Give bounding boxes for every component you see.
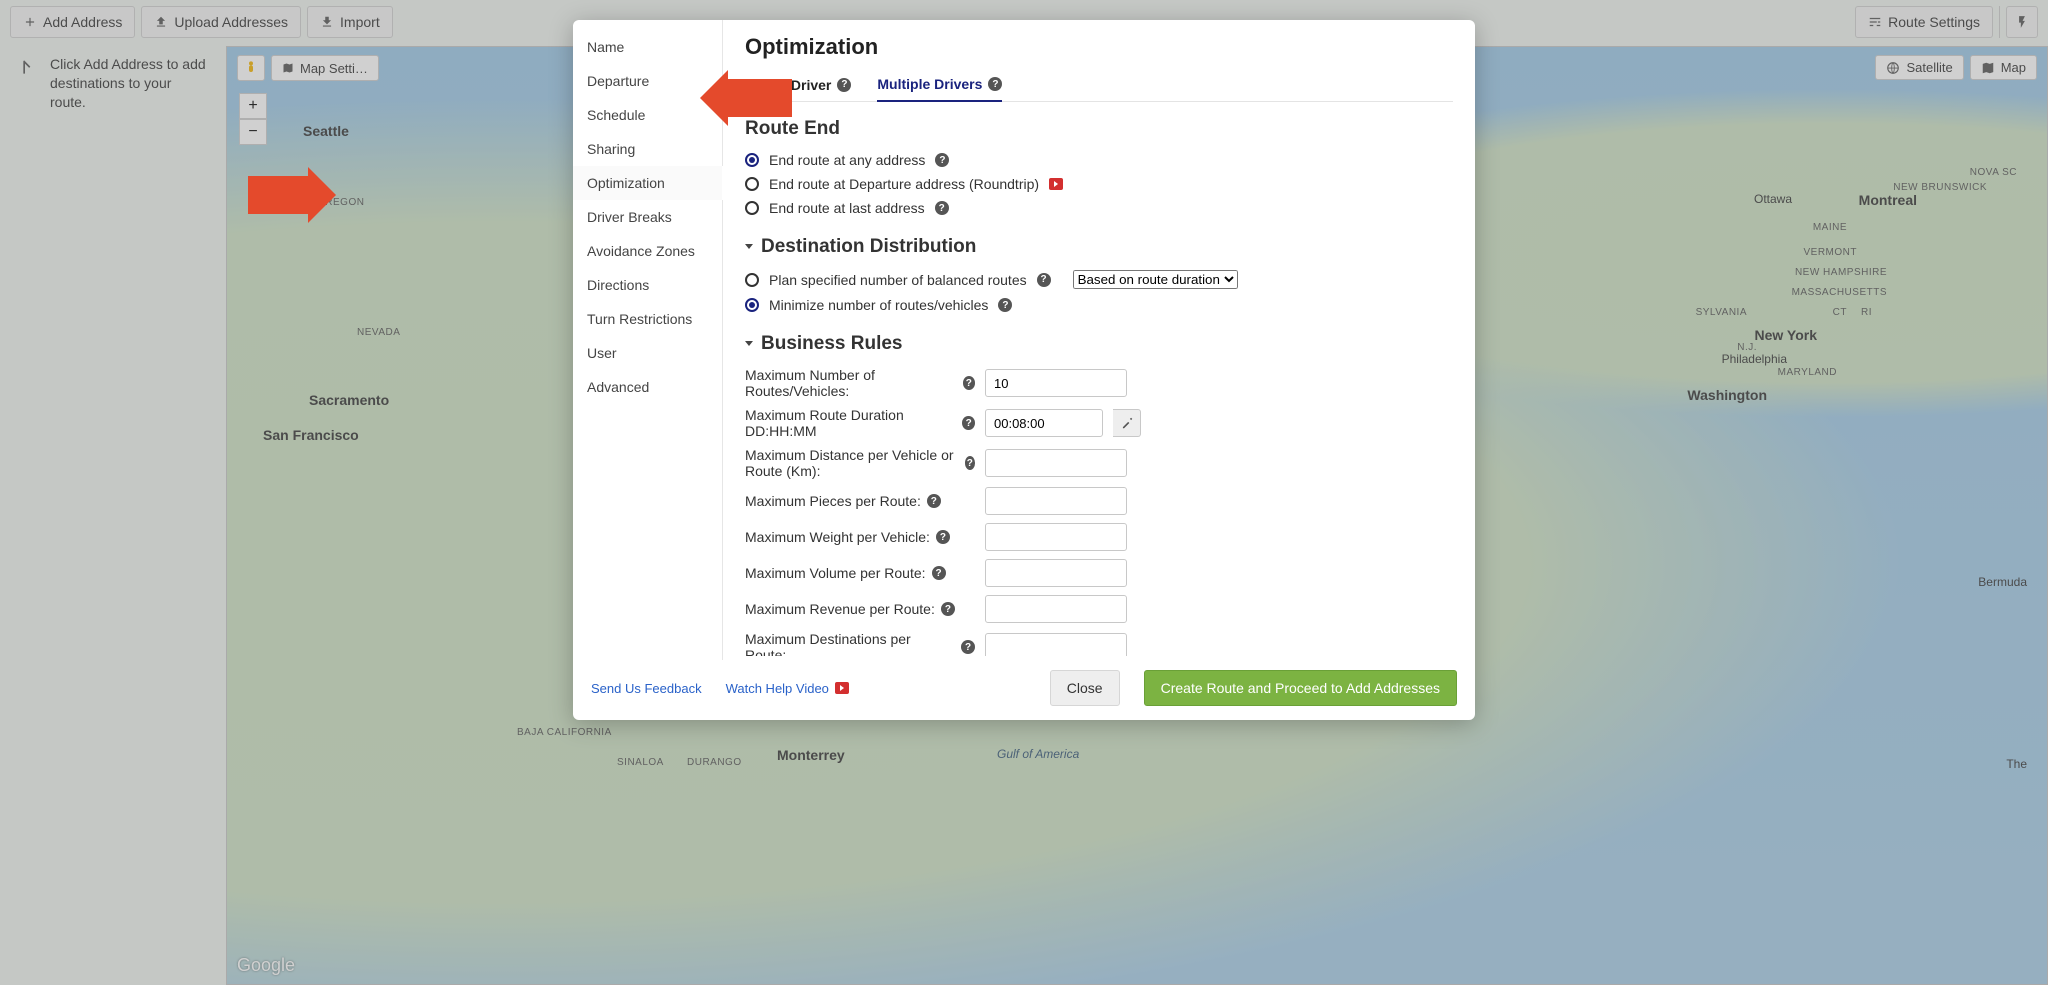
field-label: Maximum Weight per Vehicle: <box>745 529 930 545</box>
radio-label: End route at last address <box>769 200 925 216</box>
magic-icon <box>1120 416 1134 430</box>
help-icon[interactable]: ? <box>837 78 851 92</box>
row-max-weight: Maximum Weight per Vehicle:? <box>745 519 1441 555</box>
watch-video-link[interactable]: Watch Help Video <box>726 681 849 696</box>
help-icon[interactable]: ? <box>936 530 950 544</box>
duration-wizard-button[interactable] <box>1113 409 1141 437</box>
max-pieces-input[interactable] <box>985 487 1127 515</box>
radio-label: Plan specified number of balanced routes <box>769 272 1027 288</box>
radio-label: End route at Departure address (Roundtri… <box>769 176 1039 192</box>
pane-title: Optimization <box>745 34 1453 60</box>
max-duration-input[interactable] <box>985 409 1103 437</box>
sidebar-item-turn-restrictions[interactable]: Turn Restrictions <box>573 302 722 336</box>
help-icon[interactable]: ? <box>962 416 975 430</box>
help-icon[interactable]: ? <box>988 77 1002 91</box>
radio-icon <box>745 177 759 191</box>
help-icon[interactable]: ? <box>927 494 941 508</box>
section-dest-dist[interactable]: Destination Distribution <box>745 236 1441 258</box>
help-icon[interactable]: ? <box>961 640 975 654</box>
create-route-button[interactable]: Create Route and Proceed to Add Addresse… <box>1144 670 1457 706</box>
radio-end-departure[interactable]: End route at Departure address (Roundtri… <box>745 172 1441 196</box>
section-route-end: Route End <box>745 118 1441 140</box>
help-icon[interactable]: ? <box>998 298 1012 312</box>
max-revenue-input[interactable] <box>985 595 1127 623</box>
row-max-volume: Maximum Volume per Route:? <box>745 555 1441 591</box>
radio-end-last[interactable]: End route at last address ? <box>745 196 1441 220</box>
max-distance-input[interactable] <box>985 449 1127 477</box>
tab-multiple-label: Multiple Drivers <box>877 76 982 92</box>
sidebar-item-avoidance-zones[interactable]: Avoidance Zones <box>573 234 722 268</box>
help-icon[interactable]: ? <box>932 566 946 580</box>
row-max-distance: Maximum Distance per Vehicle or Route (K… <box>745 443 1441 483</box>
radio-label: Minimize number of routes/vehicles <box>769 297 988 313</box>
video-icon[interactable] <box>1049 178 1063 190</box>
sidebar-item-directions[interactable]: Directions <box>573 268 722 302</box>
radio-icon <box>745 298 759 312</box>
field-label: Maximum Distance per Vehicle or Route (K… <box>745 447 959 479</box>
feedback-label: Send Us Feedback <box>591 681 702 696</box>
help-icon[interactable]: ? <box>963 376 975 390</box>
sidebar-item-departure[interactable]: Departure <box>573 64 722 98</box>
radio-icon <box>745 153 759 167</box>
tab-single-label: Single Driver <box>745 77 831 93</box>
field-label: Maximum Destinations per Route: <box>745 631 955 656</box>
watch-label: Watch Help Video <box>726 681 829 696</box>
field-label: Maximum Number of Routes/Vehicles: <box>745 367 957 399</box>
row-max-pieces: Maximum Pieces per Route:? <box>745 483 1441 519</box>
field-label: Maximum Volume per Route: <box>745 565 926 581</box>
row-max-destinations: Maximum Destinations per Route:? <box>745 627 1441 656</box>
sidebar-item-driver-breaks[interactable]: Driver Breaks <box>573 200 722 234</box>
radio-minimize[interactable]: Minimize number of routes/vehicles ? <box>745 293 1441 317</box>
field-label: Maximum Revenue per Route: <box>745 601 935 617</box>
radio-label: End route at any address <box>769 152 925 168</box>
radio-icon <box>745 273 759 287</box>
sidebar-item-advanced[interactable]: Advanced <box>573 370 722 404</box>
sidebar-item-name[interactable]: Name <box>573 30 722 64</box>
field-label: Maximum Route Duration DD:HH:MM <box>745 407 956 439</box>
close-button[interactable]: Close <box>1050 670 1120 706</box>
radio-end-any[interactable]: End route at any address ? <box>745 148 1441 172</box>
balanced-basis-select[interactable]: Based on route duration <box>1073 270 1238 289</box>
max-routes-input[interactable] <box>985 369 1127 397</box>
row-max-duration: Maximum Route Duration DD:HH:MM? <box>745 403 1441 443</box>
sidebar-item-sharing[interactable]: Sharing <box>573 132 722 166</box>
max-volume-input[interactable] <box>985 559 1127 587</box>
settings-sidebar: Name Departure Schedule Sharing Optimiza… <box>573 20 723 660</box>
section-business-rules[interactable]: Business Rules <box>745 333 1441 355</box>
max-destinations-input[interactable] <box>985 633 1127 656</box>
sidebar-item-optimization[interactable]: Optimization <box>573 166 723 200</box>
modal-footer: Send Us Feedback Watch Help Video Close … <box>573 660 1475 720</box>
feedback-link[interactable]: Send Us Feedback <box>591 681 702 696</box>
sidebar-item-schedule[interactable]: Schedule <box>573 98 722 132</box>
settings-pane: Optimization Single Driver ? Multiple Dr… <box>723 20 1475 660</box>
radio-plan-balanced[interactable]: Plan specified number of balanced routes… <box>745 266 1441 293</box>
max-weight-input[interactable] <box>985 523 1127 551</box>
driver-tabs: Single Driver ? Multiple Drivers ? <box>745 70 1453 102</box>
tab-single-driver[interactable]: Single Driver ? <box>745 70 851 101</box>
help-icon[interactable]: ? <box>965 456 975 470</box>
video-icon <box>835 682 849 694</box>
help-icon[interactable]: ? <box>941 602 955 616</box>
field-label: Maximum Pieces per Route: <box>745 493 921 509</box>
pane-scroll[interactable]: Route End End route at any address ? End… <box>745 102 1453 656</box>
radio-icon <box>745 201 759 215</box>
help-icon[interactable]: ? <box>1037 273 1051 287</box>
sidebar-item-user[interactable]: User <box>573 336 722 370</box>
route-settings-modal: Name Departure Schedule Sharing Optimiza… <box>573 20 1475 720</box>
tab-multiple-drivers[interactable]: Multiple Drivers ? <box>877 70 1002 102</box>
help-icon[interactable]: ? <box>935 201 949 215</box>
help-icon[interactable]: ? <box>935 153 949 167</box>
row-max-routes: Maximum Number of Routes/Vehicles:? <box>745 363 1441 403</box>
row-max-revenue: Maximum Revenue per Route:? <box>745 591 1441 627</box>
